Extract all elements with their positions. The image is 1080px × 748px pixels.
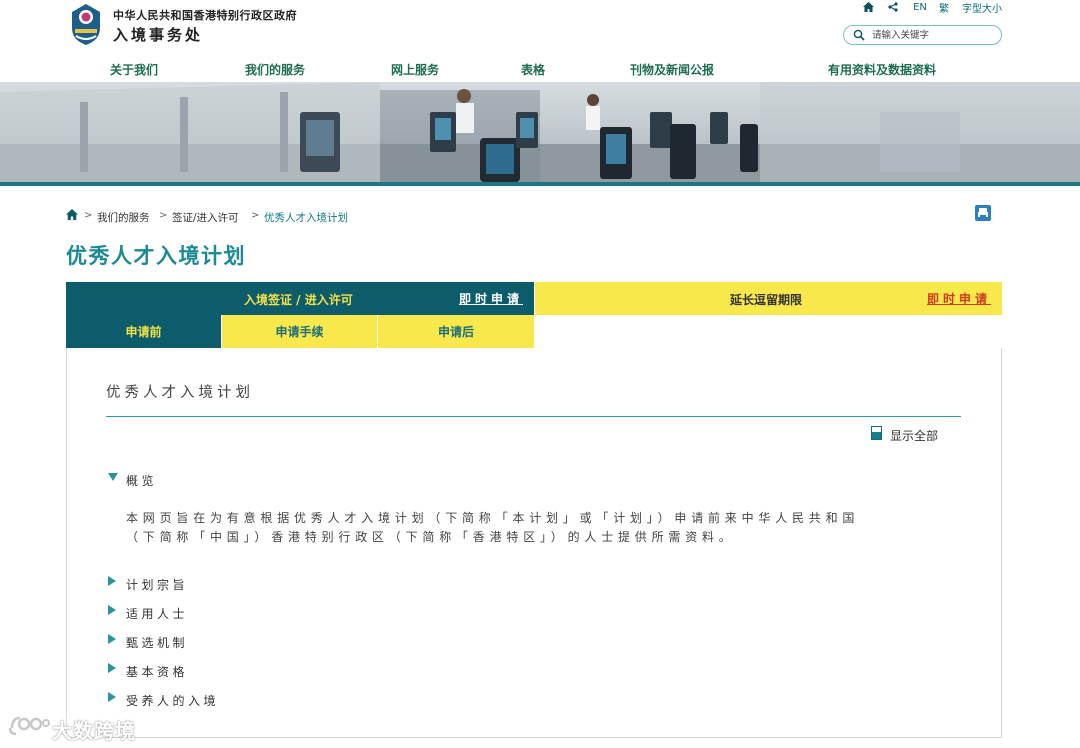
nav-online-services[interactable]: 网上服务: [391, 61, 439, 77]
search-box: [843, 25, 1002, 45]
section-selection-mechanism-toggle[interactable]: 甄选机制: [126, 634, 188, 651]
department-name[interactable]: 入境事务处: [113, 24, 203, 45]
expand-arrow-icon[interactable]: [108, 663, 116, 673]
collapse-arrow-icon[interactable]: [108, 473, 118, 481]
tab-entry-visa-label: 入境签证 / 进入许可: [244, 293, 353, 307]
immigration-emblem-icon[interactable]: [66, 2, 106, 46]
tab-entry-visa[interactable]: 入境签证 / 进入许可 即时申请: [66, 282, 534, 315]
language-en-link[interactable]: EN: [910, 0, 930, 14]
breadcrumb-separator: >: [251, 210, 260, 221]
nav-useful-information[interactable]: 有用资料及数据资料: [828, 61, 936, 77]
breadcrumb-our-services[interactable]: 我们的服务: [97, 210, 150, 225]
print-icon[interactable]: [975, 205, 991, 221]
breadcrumb-current-page: 优秀人才入境计划: [264, 212, 348, 224]
tab-extension-of-stay[interactable]: 延长逗留期限 即时申请: [535, 282, 1002, 315]
extension-apply-now-link[interactable]: 即时申请: [927, 290, 991, 307]
show-all-button[interactable]: 显示全部: [890, 427, 938, 444]
section-overview-toggle[interactable]: 概览: [126, 472, 157, 489]
section-basic-eligibility-toggle[interactable]: 基本资格: [126, 663, 188, 680]
site-header: 中华人民共和国香港特别行政区政府 入境事务处 EN 繁 字型大小 关于我们 我们…: [0, 0, 1080, 82]
nav-our-services[interactable]: 我们的服务: [245, 61, 305, 77]
search-input[interactable]: [872, 28, 996, 42]
content-title: 优秀人才入境计划: [106, 385, 254, 401]
nav-publications-press[interactable]: 刊物及新闻公报: [630, 61, 714, 77]
section-dependants-entry-toggle[interactable]: 受养人的入境: [126, 692, 219, 709]
overview-paragraph-line: 本网页旨在为有意根据优秀人才入境计划（下简称「本计划」或「计划」）申请前来中华人…: [126, 511, 860, 525]
breadcrumb-separator: >: [84, 210, 93, 221]
nav-forms[interactable]: 表格: [521, 61, 545, 77]
expand-arrow-icon[interactable]: [108, 692, 116, 702]
language-traditional-link[interactable]: 繁: [937, 0, 951, 15]
expand-arrow-icon[interactable]: [108, 576, 116, 586]
home-icon[interactable]: [861, 0, 875, 14]
banner-image: [0, 82, 1080, 184]
overview-paragraph-line: （下简称「中国」）香港特别行政区（下简称「香港特区」）的人士提供所需资料。: [126, 530, 736, 544]
content-divider: [106, 416, 961, 417]
breadcrumb-visa-permit[interactable]: 签证/进入许可: [172, 210, 239, 225]
expand-arrow-icon[interactable]: [108, 605, 116, 615]
font-size-link[interactable]: 字型大小: [961, 0, 1003, 15]
subtab-before-application[interactable]: 申请前: [66, 315, 221, 348]
subtab-after-application[interactable]: 申请后: [378, 315, 534, 348]
section-applicable-persons-toggle[interactable]: 适用人士: [126, 605, 188, 622]
government-name: 中华人民共和国香港特别行政区政府: [113, 9, 297, 22]
page-title: 优秀人才入境计划: [66, 244, 246, 268]
search-icon[interactable]: [853, 29, 865, 41]
watermark-logo-icon: [8, 716, 50, 736]
expand-all-icon[interactable]: [871, 426, 882, 440]
share-icon[interactable]: [886, 0, 900, 14]
nav-about-us[interactable]: 关于我们: [110, 61, 158, 77]
watermark-text: 大数跨境: [52, 719, 136, 743]
tab-extension-of-stay-label: 延长逗留期限: [730, 293, 803, 307]
section-scheme-objective-toggle[interactable]: 计划宗旨: [126, 576, 188, 593]
subtab-application-procedure[interactable]: 申请手续: [222, 315, 377, 348]
banner-divider: [0, 182, 1080, 186]
expand-arrow-icon[interactable]: [108, 634, 116, 644]
entry-visa-apply-now-link[interactable]: 即时申请: [459, 290, 523, 307]
breadcrumb-home-icon[interactable]: [66, 209, 78, 220]
breadcrumb-separator: >: [159, 210, 168, 221]
